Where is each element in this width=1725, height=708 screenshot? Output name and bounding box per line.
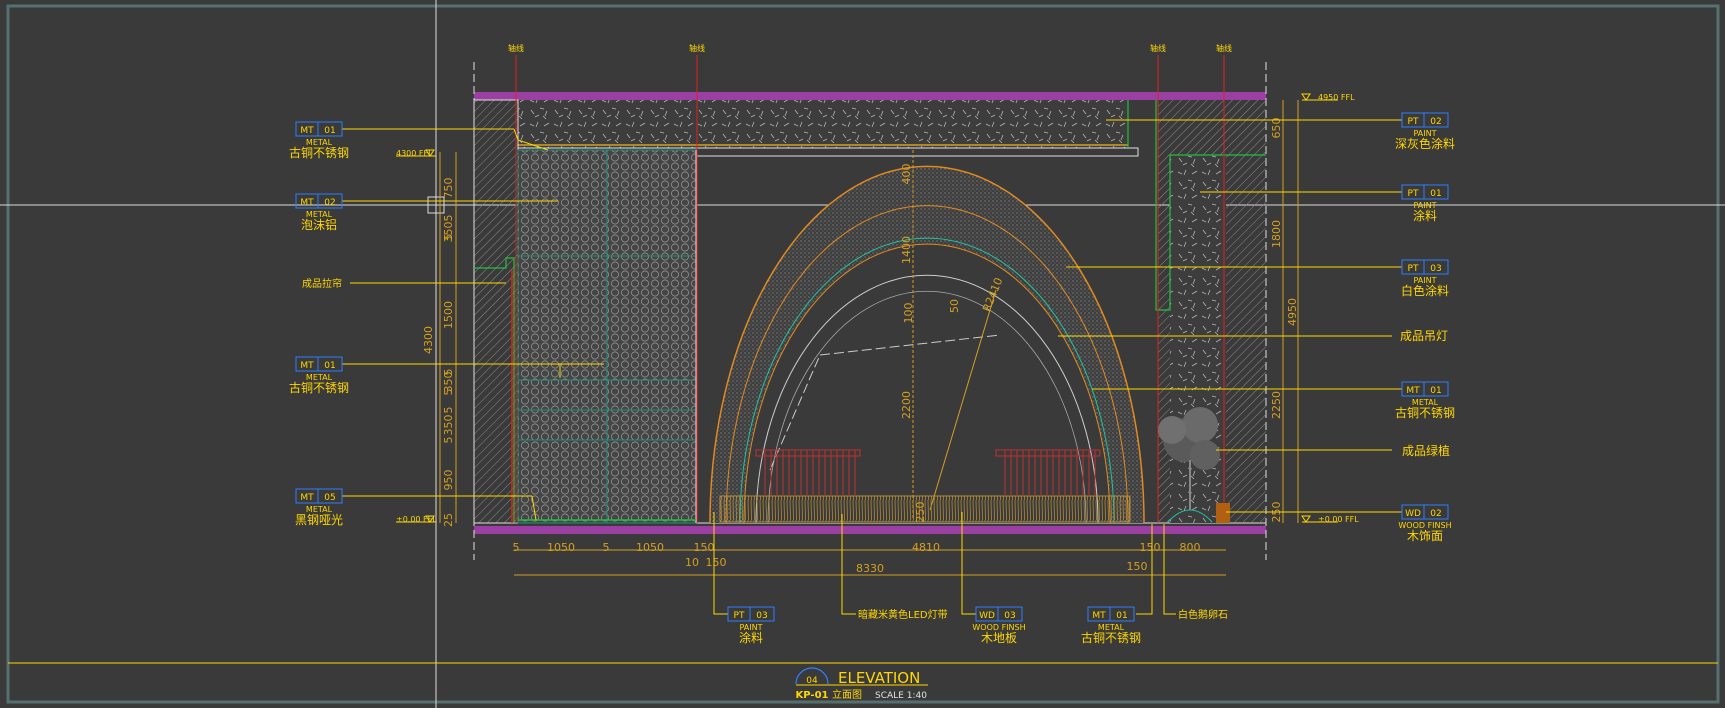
title-sheet: KP-01: [796, 690, 829, 701]
tag-num: 01: [1116, 611, 1127, 621]
tag-num: 03: [756, 611, 767, 621]
dim-bottom-150b: 150: [1140, 541, 1161, 554]
tag-num: 01: [1430, 386, 1441, 396]
tag-num: 02: [324, 198, 335, 208]
dim-left-12: 950: [442, 470, 455, 491]
tag-code: MT: [1406, 386, 1420, 396]
tag-num: 03: [1004, 611, 1015, 621]
tag-name: 古铜不锈钢: [1081, 630, 1141, 645]
tag-name: 古铜不锈钢: [289, 145, 349, 160]
dim-arch-50: 50: [948, 299, 961, 313]
dim-bottom-1050a: 1050: [547, 541, 575, 554]
tag-name: 泡沫铝: [301, 217, 337, 232]
dim-bottom-150c: 150: [706, 556, 727, 569]
tag-name: 深灰色涂料: [1395, 136, 1455, 151]
dim-bottom-150a: 150: [694, 541, 715, 554]
dim-right-2: 1800: [1270, 220, 1283, 248]
dim-arch-100: 100: [902, 303, 915, 324]
tag-code: PT: [1408, 264, 1419, 274]
tag-code: MT: [300, 493, 314, 503]
tag-name: 木饰面: [1407, 529, 1443, 543]
tag-name: 涂料: [739, 630, 763, 645]
dim-left-13: 25: [442, 513, 455, 527]
dim-bottom-4810: 4810: [912, 541, 940, 554]
dim-arch-400: 400: [900, 164, 913, 185]
railing-right: [995, 449, 1101, 496]
dim-left-3: 350: [442, 222, 455, 243]
dim-left-5: 1500: [442, 301, 455, 329]
dim-left-9: 5: [442, 437, 455, 444]
elevation-drawing: 轴线 轴线 轴线 轴线 750 5 350 5 1500 5 350 5 5 3…: [0, 0, 1725, 708]
axis-mark-4: 轴线: [1216, 43, 1232, 53]
dim-arch-2200: 2200: [900, 391, 913, 419]
label-text: 成品绿植: [1402, 443, 1450, 458]
tag-num: 02: [1430, 509, 1441, 519]
tag-code: MT: [300, 126, 314, 136]
dim-left-10: 350: [442, 415, 455, 436]
title-num: 04: [806, 676, 818, 686]
tag-num: 01: [1430, 189, 1441, 199]
title-block: 04 KP-01 ELEVATION 立面图 SCALE 1:40: [795, 667, 928, 701]
dim-bottom-150d: 150: [1127, 560, 1148, 573]
axis-mark-2: 轴线: [689, 43, 705, 53]
title-subtitle: 立面图: [832, 688, 862, 701]
tag-name: 木地板: [981, 631, 1017, 645]
tag-code: MT: [300, 198, 314, 208]
dim-bottom-10: 10: [685, 556, 699, 569]
dim-left-11: 5: [442, 407, 455, 414]
tag-name: 古铜不锈钢: [289, 380, 349, 395]
tag-num: 01: [324, 126, 335, 136]
title-scale: SCALE 1:40: [875, 691, 927, 701]
tag-code: PT: [1408, 117, 1419, 127]
dim-bottom-800: 800: [1180, 541, 1201, 554]
level-right-bottom: ±0.00 FFL: [1318, 515, 1359, 524]
railing-left: [755, 449, 861, 496]
axis-mark-1: 轴线: [508, 43, 524, 53]
ceiling-slab: [474, 92, 1266, 100]
tag-num: 05: [324, 493, 335, 503]
dim-left-4: 5: [442, 215, 455, 222]
dim-left-total: 4300: [422, 326, 435, 354]
tag-num: 01: [324, 361, 335, 371]
dim-arch-250: 250: [914, 502, 927, 523]
tag-num: 02: [1430, 117, 1441, 127]
tag-code: MT: [1092, 611, 1106, 621]
tag-name: 白色涂料: [1401, 283, 1449, 298]
dim-bottom-total: 8330: [856, 562, 884, 575]
dim-arch-1400: 1400: [900, 236, 913, 264]
tag-code: WD: [979, 611, 995, 621]
dim-bottom-5a: 5: [513, 541, 520, 554]
dims-left: [439, 152, 457, 523]
label-text: 成品拉帘: [302, 277, 342, 290]
level-right-top: 4950 FFL: [1318, 93, 1355, 102]
dim-bottom-1050b: 1050: [636, 541, 664, 554]
wood-finish-plinth: [1216, 503, 1230, 523]
tag-code: MT: [300, 361, 314, 371]
tag-code: WD: [1405, 509, 1421, 519]
tag-code: PT: [734, 611, 745, 621]
title-main: ELEVATION: [838, 669, 920, 687]
label-text: 成品吊灯: [1400, 329, 1448, 343]
dim-left-8: 5: [442, 369, 455, 376]
axis-mark-3: 轴线: [1150, 43, 1166, 53]
label-text: 白色鹅卵石: [1178, 608, 1228, 621]
floor-slab: [474, 526, 1266, 534]
dim-right-total: 4950: [1286, 298, 1299, 326]
tag-name: 涂料: [1413, 208, 1437, 223]
label-bottom-pebble[interactable]: 白色鹅卵石: [1163, 524, 1228, 621]
dim-left-1: 750: [442, 178, 455, 199]
tag-name: 古铜不锈钢: [1395, 405, 1455, 420]
dim-right-3: 2250: [1270, 391, 1283, 419]
dim-bottom-5b: 5: [603, 541, 610, 554]
label-text: 暗藏米黄色LED灯带: [858, 608, 948, 621]
tag-code: PT: [1408, 189, 1419, 199]
dim-right-1: 650: [1270, 118, 1283, 139]
tag-num: 03: [1430, 264, 1441, 274]
tag-name: 黑钢哑光: [295, 513, 343, 527]
